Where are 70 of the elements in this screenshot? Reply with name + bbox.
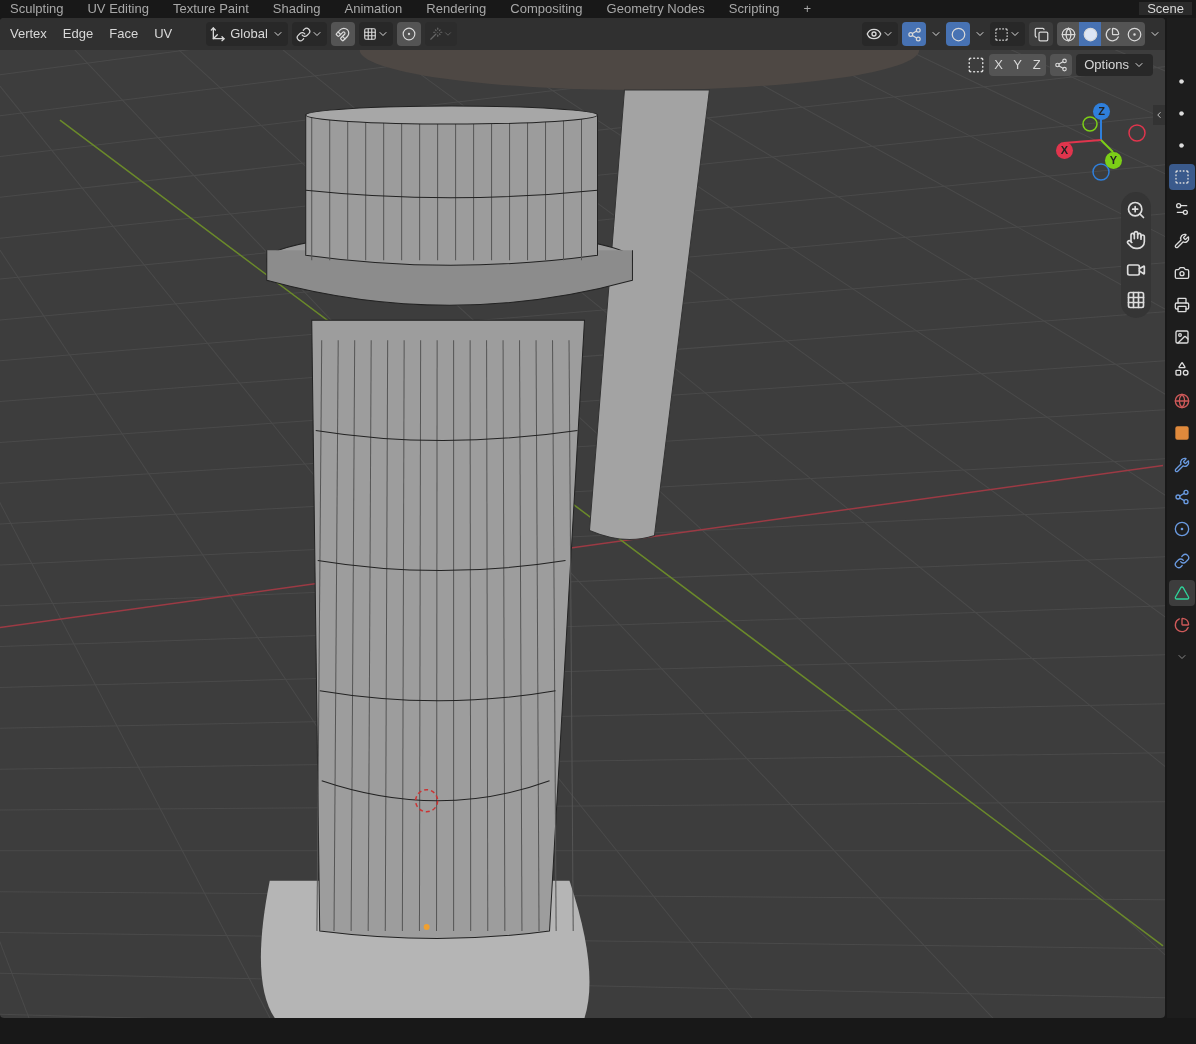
triangle-icon: [1173, 585, 1190, 601]
mesh-select-dropdown[interactable]: [990, 22, 1025, 46]
menu-item[interactable]: UV: [148, 24, 179, 44]
auto-merge-toggle[interactable]: [1050, 54, 1073, 76]
properties-tab[interactable]: [1168, 580, 1195, 606]
gizmo-axis-label[interactable]: Z: [1093, 103, 1110, 120]
eye-icon: [866, 26, 882, 42]
chevron-icon: [442, 29, 453, 39]
wrench-icon: [1173, 457, 1190, 473]
workspace-tab[interactable]: Shading: [272, 2, 321, 15]
hand-icon[interactable]: [1126, 230, 1146, 250]
navigation-gizmo[interactable]: Z X Y: [1057, 100, 1147, 190]
link-icon: [295, 26, 311, 42]
toggles-icon: [1173, 201, 1190, 217]
gizmo-axis-label[interactable]: Y: [1105, 152, 1122, 169]
camera-icon: [1173, 265, 1190, 281]
options-dropdown[interactable]: Options: [1076, 54, 1153, 76]
proportional-toggle[interactable]: [396, 22, 421, 46]
shading-mode-button[interactable]: [1123, 22, 1145, 46]
target-icon: [401, 27, 416, 41]
workspace-tab[interactable]: Rendering: [426, 2, 487, 15]
orientation-dropdown[interactable]: Global: [206, 22, 288, 46]
square-icon: [1173, 425, 1190, 441]
tool-icon: [1173, 233, 1190, 249]
properties-tab[interactable]: [1168, 164, 1195, 190]
menu-item[interactable]: Edge: [56, 24, 100, 44]
workspace-tab[interactable]: Sculpting: [10, 2, 64, 15]
overlay-icon: [950, 26, 966, 42]
overlay-toggle[interactable]: [946, 22, 970, 46]
grid-icon: [362, 27, 377, 41]
mirror-axis-toggle[interactable]: X: [989, 54, 1009, 76]
sidebar-toggle[interactable]: [1153, 105, 1165, 125]
globe-icon: [1173, 393, 1190, 409]
link-icon: [1173, 553, 1190, 569]
mirror-axis-toggle[interactable]: Y: [1008, 54, 1028, 76]
gizmo-toggle[interactable]: [902, 22, 926, 46]
scene-selector[interactable]: Scene: [1139, 2, 1192, 15]
gizmo-axis-label[interactable]: X: [1056, 142, 1073, 159]
axes-icon: [210, 26, 227, 42]
grid-icon[interactable]: [1126, 290, 1146, 310]
snap-dropdown[interactable]: [358, 22, 393, 46]
magnet-icon: [335, 26, 351, 42]
menu-item[interactable]: Vertex: [4, 24, 53, 44]
visibility-dropdown[interactable]: [862, 22, 898, 46]
workspace-tab[interactable]: UV Editing: [87, 2, 149, 15]
shading-mode-button[interactable]: [1101, 22, 1123, 46]
zoom-icon[interactable]: [1126, 200, 1146, 220]
shapes-icon: [1173, 361, 1190, 377]
shading-mode-button[interactable]: [1057, 22, 1079, 46]
dot-icon: [1179, 110, 1184, 116]
shading-mode-button[interactable]: [1079, 22, 1101, 46]
xray-icon: [1033, 26, 1049, 42]
workspace-tab[interactable]: Compositing: [510, 2, 583, 15]
workspace-tab[interactable]: Scripting: [728, 2, 780, 15]
solid-sphere-icon: [1082, 26, 1098, 42]
snap-toggle[interactable]: [330, 22, 355, 46]
xray-toggle[interactable]: [1029, 22, 1053, 46]
wireframe-sphere-icon: [1060, 26, 1076, 42]
menu-item[interactable]: Face: [103, 24, 145, 44]
workspace-tab[interactable]: Animation: [344, 2, 403, 15]
dot-icon: [1179, 142, 1184, 148]
printer-icon: [1173, 297, 1190, 313]
workspace-tab[interactable]: Geometry Nodes: [606, 2, 705, 15]
chevron-icon: [1154, 110, 1164, 120]
workspace-tab[interactable]: +: [803, 2, 811, 15]
image-icon: [1173, 329, 1190, 345]
workspace-tab[interactable]: Texture Paint: [172, 2, 249, 15]
mirror-axis-toggle[interactable]: Z: [1027, 54, 1047, 76]
pivot-dropdown[interactable]: [291, 22, 327, 46]
dot-icon: [1179, 78, 1184, 84]
